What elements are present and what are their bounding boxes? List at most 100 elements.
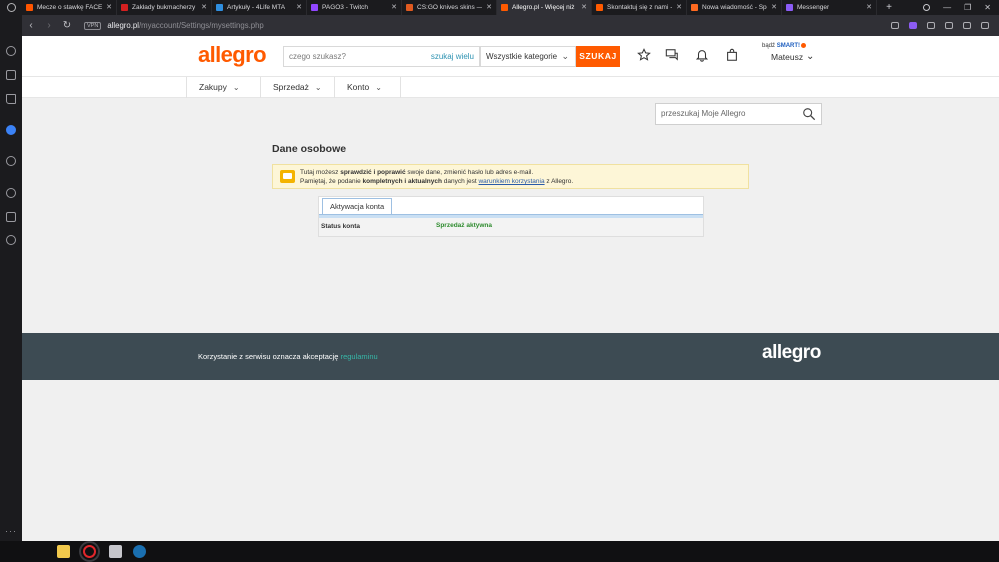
tab-favicon-icon	[216, 4, 223, 11]
search-many-link[interactable]: szukaj wielu	[431, 47, 474, 66]
terms-link[interactable]: regulaminu	[341, 352, 378, 361]
terms-link[interactable]: warunkiem korzystania	[478, 178, 544, 185]
url-field[interactable]: allegro.pl/myaccount/Settings/mysettings…	[107, 21, 263, 30]
back-icon[interactable]: ‹	[22, 20, 40, 31]
tab-close-icon[interactable]: ✕	[486, 3, 492, 11]
account-activation-panel: Aktywacja konta Status konta Sprzedaż ak…	[318, 196, 704, 237]
myallegro-search-placeholder: przeszukaj Moje Allegro	[661, 109, 746, 118]
allegro-logo[interactable]: allegro	[198, 42, 267, 68]
settings-icon[interactable]	[6, 235, 16, 245]
nav-item-sprzedaz[interactable]: Sprzedaż ⌄	[260, 77, 334, 98]
bell-icon[interactable]	[695, 48, 709, 62]
user-name[interactable]: Mateusz	[771, 52, 803, 62]
browser-tab[interactable]: Skontaktuj się z nami - ✕	[592, 0, 687, 15]
speed-dial-icon[interactable]	[6, 46, 16, 56]
browser-tab[interactable]: PAGO3 - Twitch ✕	[307, 0, 402, 15]
url-domain: allegro.pl	[107, 21, 139, 30]
player-icon[interactable]	[6, 156, 16, 166]
status-row: Status konta Sprzedaż aktywna	[319, 218, 703, 236]
smart-text: SMART!	[776, 43, 801, 50]
twitch-icon[interactable]	[6, 94, 16, 104]
chat-icon[interactable]	[665, 48, 679, 62]
tab-close-icon[interactable]: ✕	[676, 3, 682, 11]
info-notice: Tutaj możesz sprawdzić i poprawić swoje …	[272, 164, 749, 189]
tab-title: Artykuły - 4Life MTA	[227, 4, 286, 11]
search-tabs-icon[interactable]	[923, 4, 931, 11]
info-text: Tutaj możesz	[300, 169, 341, 176]
new-tab-button[interactable]: +	[877, 2, 901, 13]
footer-logo[interactable]: allegro	[762, 342, 821, 364]
history-icon[interactable]	[6, 188, 16, 198]
search-placeholder: czego szukasz?	[289, 52, 346, 61]
myallegro-search-input[interactable]: przeszukaj Moje Allegro	[655, 103, 822, 125]
search-icon[interactable]	[802, 107, 816, 121]
site-header: allegro czego szukasz? szukaj wielu Wszy…	[22, 36, 999, 76]
chevron-down-icon: ⌄	[232, 83, 240, 92]
tab-favicon-icon	[26, 4, 33, 11]
tab-close-icon[interactable]: ✕	[296, 3, 302, 11]
smart-badge-icon	[801, 43, 807, 48]
send-icon[interactable]	[927, 22, 935, 29]
opera-taskbar-icon[interactable]	[79, 541, 100, 562]
info-text: Pamiętaj, że podanie	[300, 178, 363, 185]
browser-tab[interactable]: Allegro.pl - Więcej niż ✕	[497, 0, 592, 15]
info-text: z Allegro.	[544, 178, 574, 185]
steam-icon[interactable]	[133, 545, 146, 558]
window-controls: — ❐ ✕	[923, 3, 999, 12]
tab-close-icon[interactable]: ✕	[106, 3, 112, 11]
messenger-icon[interactable]	[6, 125, 16, 135]
info-emphasis: sprawdzić i poprawić	[340, 169, 406, 176]
browser-tab[interactable]: Mecze o stawkę FACEIT ✕	[22, 0, 117, 15]
heart-icon[interactable]	[945, 22, 953, 29]
file-explorer-icon[interactable]	[57, 545, 70, 558]
wallet-icon[interactable]	[963, 22, 971, 29]
info-text: swoje dane, zmienić hasło lub adres e-ma…	[405, 169, 534, 176]
search-button[interactable]: SZUKAJ	[576, 46, 620, 67]
smart-label[interactable]: bądź SMART!	[762, 43, 807, 50]
minimize-icon[interactable]: —	[943, 3, 951, 12]
browser-tab[interactable]: Messenger ✕	[782, 0, 877, 15]
footer-text: Korzystanie z serwisu oznacza akceptację…	[198, 352, 378, 361]
more-icon[interactable]: ···	[5, 526, 17, 536]
tab-close-icon[interactable]: ✕	[581, 3, 587, 11]
tab-favicon-icon	[691, 4, 698, 11]
cart-icon[interactable]	[725, 48, 739, 62]
box-icon[interactable]	[6, 212, 16, 222]
browser-tab[interactable]: CS:GO knives skins — Tr ✕	[402, 0, 497, 15]
tab-close-icon[interactable]: ✕	[866, 3, 872, 11]
category-value: Wszystkie kategorie	[486, 52, 558, 61]
tab-favicon-icon	[406, 4, 413, 11]
browser-tab[interactable]: Nowa wiadomość - Spo ✕	[687, 0, 782, 15]
chevron-down-icon[interactable]: ⌄	[806, 51, 814, 62]
info-card-icon	[280, 170, 295, 183]
nav-item-label: Sprzedaż	[273, 82, 309, 92]
app-taskbar-icon[interactable]	[109, 545, 122, 558]
forward-icon[interactable]: ›	[40, 20, 58, 31]
browser-tab[interactable]: Zakłady bukmacherzy ľ ✕	[117, 0, 212, 15]
footer-terms-text: Korzystanie z serwisu oznacza akceptację	[198, 352, 341, 361]
tab-close-icon[interactable]: ✕	[771, 3, 777, 11]
category-select[interactable]: Wszystkie kategorie ⌄	[480, 46, 576, 67]
chevron-down-icon: ⌄	[314, 83, 322, 92]
nav-item-label: Konto	[347, 82, 370, 92]
vpn-badge[interactable]: VPN	[84, 21, 102, 30]
tab-title: Nowa wiadomość - Spo	[702, 4, 767, 11]
restore-icon[interactable]: ❐	[964, 3, 971, 12]
opera-logo-icon[interactable]	[0, 0, 22, 15]
browser-tab[interactable]: Artykuły - 4Life MTA ✕	[212, 0, 307, 15]
tab-close-icon[interactable]: ✕	[201, 3, 207, 11]
camera-icon[interactable]	[891, 22, 899, 29]
reload-icon[interactable]: ↻	[58, 20, 76, 31]
tab-favicon-icon	[311, 4, 318, 11]
extension-icon[interactable]	[909, 22, 917, 29]
close-window-icon[interactable]: ✕	[984, 3, 991, 12]
download-icon[interactable]	[981, 22, 989, 29]
tab-account-activation[interactable]: Aktywacja konta	[322, 198, 393, 214]
nav-item-zakupy[interactable]: Zakupy ⌄	[186, 77, 260, 98]
tab-close-icon[interactable]: ✕	[391, 3, 397, 11]
bag-icon[interactable]	[6, 70, 16, 80]
nav-item-konto[interactable]: Konto ⌄	[334, 77, 401, 98]
search-input[interactable]: czego szukasz? szukaj wielu	[283, 46, 480, 67]
tab-title: Allegro.pl - Więcej niż	[512, 4, 575, 11]
star-icon[interactable]	[637, 48, 651, 62]
